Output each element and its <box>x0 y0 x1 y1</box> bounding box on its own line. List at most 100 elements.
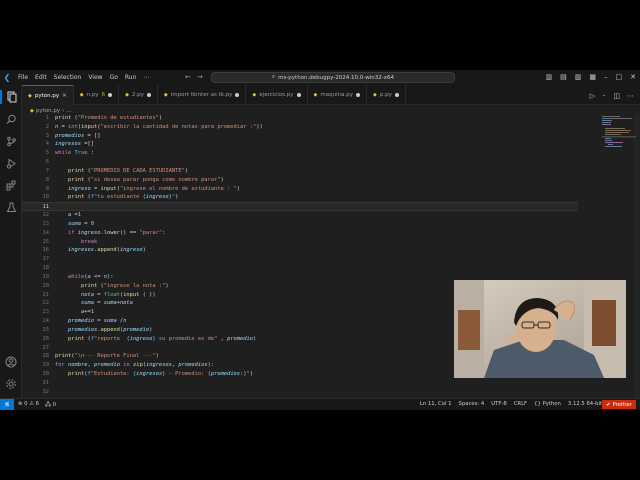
tab-p-py[interactable]: ◆ p.py <box>367 85 406 105</box>
source-control-icon[interactable] <box>4 134 18 148</box>
line-code[interactable]: suma = 0 <box>55 220 94 229</box>
tab-import-tkinter-py[interactable]: ◆ import tkinter as tk.py <box>158 85 247 105</box>
line-code[interactable]: print ("PROMEDIO DE CADA ESTUDIANTE") <box>55 167 188 176</box>
unsaved-dot-icon[interactable] <box>296 93 301 97</box>
history-nav: ← → <box>185 73 203 81</box>
line-code[interactable]: print(f"Estudiante: {ingresos} - Promedi… <box>55 370 253 379</box>
more-actions-icon[interactable]: ⋯ <box>627 92 634 100</box>
line-number: 31 <box>42 379 50 386</box>
tab-pyton-py[interactable]: ◆ pyton.py ✕ <box>22 85 74 105</box>
explorer-icon[interactable] <box>0 90 22 104</box>
split-editor-icon[interactable]: ◫ <box>613 92 620 100</box>
close-tab-icon[interactable]: ✕ <box>62 93 67 99</box>
line-code[interactable]: print (f"reporte {ingreso} su promedio e… <box>55 335 256 344</box>
status-left: ⊗ 0 ⚠ 6 🖧 0 <box>18 401 56 410</box>
breadcrumb-file[interactable]: pyton.py <box>36 108 60 114</box>
code-line: 6 <box>22 158 578 167</box>
line-code[interactable]: suma = suma+nota <box>55 299 133 308</box>
testing-flask-icon[interactable] <box>4 200 18 214</box>
line-code[interactable]: n = int(input("escribir la cantidad de n… <box>55 123 263 132</box>
unsaved-dot-icon[interactable] <box>356 93 360 97</box>
run-python-file-icon[interactable]: ▷ <box>590 92 595 100</box>
line-code[interactable]: promedios = [] <box>55 132 100 141</box>
line-code[interactable]: promedios.append(promedio) <box>55 326 152 335</box>
breadcrumb-more[interactable]: ... <box>66 108 71 114</box>
line-code[interactable]: while True : <box>55 149 94 158</box>
remote-indicator-icon[interactable]: ≶ <box>0 399 14 410</box>
toggle-sidebar-icon[interactable]: ▥ <box>546 73 553 81</box>
tab-maquina-py[interactable]: ◆ maquina.py <box>308 85 367 105</box>
menu-run[interactable]: Run <box>125 74 137 81</box>
run-debug-icon[interactable] <box>4 156 18 170</box>
language-mode[interactable]: {} Python <box>534 401 561 407</box>
line-number: 18 <box>42 265 50 272</box>
menu-edit[interactable]: Edit <box>35 74 47 81</box>
unsaved-dot-icon[interactable] <box>108 93 113 97</box>
unsaved-dot-icon[interactable] <box>146 93 151 97</box>
customize-layout-icon[interactable]: ▦ <box>589 73 596 81</box>
line-code[interactable]: promedio = suma /n <box>55 317 126 326</box>
end-of-line[interactable]: CRLF <box>514 401 527 407</box>
menu-go[interactable]: Go <box>110 74 118 81</box>
ports-indicator[interactable]: 🖧 0 <box>45 401 56 410</box>
line-code[interactable]: a =1 <box>55 211 81 220</box>
search-sidebar-icon[interactable] <box>4 112 18 126</box>
close-window-icon[interactable]: ✕ <box>630 73 636 81</box>
encoding[interactable]: UTF-8 <box>491 401 506 407</box>
maximize-icon[interactable]: □ <box>616 73 623 81</box>
cursor-position[interactable]: Ln 11, Col 1 <box>420 401 452 407</box>
python-interpreter[interactable]: 3.12.5 64-bit <box>568 401 602 407</box>
tab-ejercicios-py[interactable]: ◆ ejercicios.py <box>246 85 308 105</box>
prettier-status[interactable]: ✔ Prettier <box>602 400 636 409</box>
line-code[interactable]: ingresos.append(ingreso) <box>55 246 146 255</box>
back-arrow-icon[interactable]: ← <box>185 73 191 81</box>
code-line: 12 a =1 <box>22 211 578 220</box>
tab-n-py[interactable]: ◆ n.py 6 <box>74 85 120 105</box>
menu-view[interactable]: View <box>88 74 102 81</box>
line-code[interactable]: print ("si desea parar ponga como nombre… <box>55 176 224 185</box>
tab-label: ejercicios.py <box>259 92 294 98</box>
tab-2-py[interactable]: ◆ 2.py <box>119 85 158 105</box>
manage-gear-icon[interactable] <box>4 377 18 391</box>
code-line: 17 <box>22 255 578 264</box>
menu-more[interactable]: ⋯ <box>143 74 149 81</box>
unsaved-dot-icon[interactable] <box>394 93 399 97</box>
line-code[interactable]: for nombre, promedio in zip(ingresos, pr… <box>55 361 214 370</box>
code-line: 1 print ("Promedio de estudiantes") <box>22 114 578 123</box>
problems-indicator[interactable]: ⊗ 0 ⚠ 6 <box>18 401 39 410</box>
menu-file[interactable]: File <box>18 74 28 81</box>
line-code[interactable]: ingresos =[] <box>55 140 94 149</box>
line-code[interactable]: break <box>55 238 97 247</box>
webcam-overlay <box>454 280 626 378</box>
toggle-panel-icon[interactable]: ▤ <box>560 73 567 81</box>
line-code[interactable]: print ("ingrese la nota :") <box>55 282 169 291</box>
indentation[interactable]: Spaces: 4 <box>459 401 485 407</box>
toggle-secondary-sidebar-icon[interactable]: ▥ <box>575 73 582 81</box>
line-code[interactable]: while(a <= n): <box>55 273 113 282</box>
status-right: Ln 11, Col 1 Spaces: 4 UTF-8 CRLF {} Pyt… <box>420 401 602 407</box>
line-code[interactable]: print (f"tu estudiante {ingreso}") <box>55 193 178 202</box>
line-code[interactable]: print ("Promedio de estudiantes") <box>55 114 162 123</box>
extensions-icon[interactable] <box>4 178 18 192</box>
line-number: 4 <box>45 141 49 148</box>
line-code[interactable]: print("\n--- Reporte Final ---") <box>55 352 159 361</box>
line-code[interactable]: if ingreso.lower() == "parar": <box>55 229 165 238</box>
line-number: 15 <box>42 238 50 245</box>
line-number: 17 <box>42 256 50 263</box>
account-icon[interactable] <box>4 355 18 369</box>
minimize-icon[interactable]: – <box>604 73 608 81</box>
forward-arrow-icon[interactable]: → <box>197 73 203 81</box>
line-code[interactable]: nota = float(input ( )) <box>55 291 156 300</box>
line-code[interactable]: ingreso = input("ingrese el nombre de es… <box>55 185 240 194</box>
run-dropdown-icon[interactable]: ⌄ <box>602 92 606 100</box>
menu-selection[interactable]: Selection <box>54 74 82 81</box>
python-file-icon: ◆ <box>30 107 34 114</box>
command-center[interactable]: ⌕ ms-python.debugpy-2024.10.0-win32-x64 <box>211 72 455 83</box>
code-editor[interactable]: 1 print ("Promedio de estudiantes") 2 n = … <box>22 114 640 398</box>
python-file-icon: ◆ <box>163 92 168 98</box>
unsaved-dot-icon[interactable] <box>235 93 240 97</box>
line-number: 23 <box>42 309 50 316</box>
vertical-scrollbar[interactable] <box>634 114 640 398</box>
line-code[interactable]: a+=1 <box>55 308 94 317</box>
line-number: 14 <box>42 229 50 236</box>
